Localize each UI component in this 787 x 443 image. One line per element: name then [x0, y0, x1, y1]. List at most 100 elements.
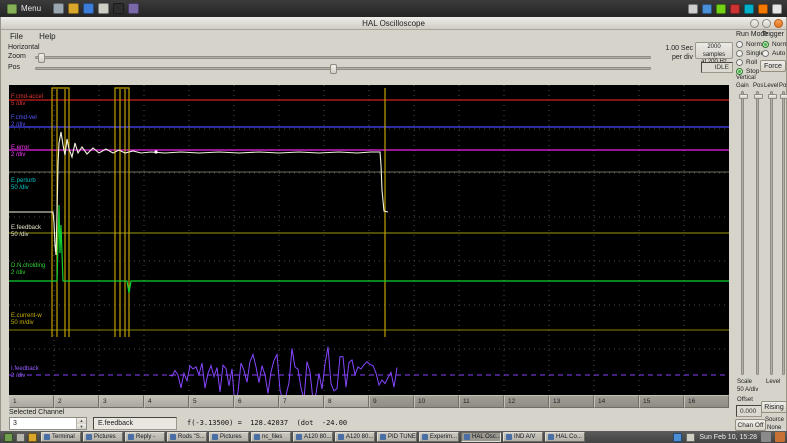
taskbar-item[interactable]: Terminal: [41, 432, 81, 442]
titlebar[interactable]: HAL Oscilloscope: [1, 17, 786, 30]
ruler-cell-14[interactable]: 14: [594, 395, 639, 408]
show-desktop-icon[interactable]: [16, 432, 25, 442]
taskbar-item[interactable]: HAL Osc...: [461, 432, 501, 442]
offset-value[interactable]: 0.000: [736, 405, 762, 417]
taskbar-item[interactable]: PID TUNE: [377, 432, 417, 442]
channel-scale: 2 /div: [11, 373, 26, 379]
menu-help[interactable]: Help: [32, 30, 62, 41]
radio-auto[interactable]: Auto: [762, 49, 787, 58]
computer-icon[interactable]: [53, 3, 65, 14]
ruler-cell-7[interactable]: 7: [279, 395, 324, 408]
radio-dot: [736, 68, 743, 75]
taskbar-item[interactable]: Experim...: [419, 432, 459, 442]
volume-icon[interactable]: [686, 432, 696, 442]
maximize-button[interactable]: [762, 19, 771, 28]
ruler-cell-8[interactable]: 8: [324, 395, 369, 408]
tray-icon-3[interactable]: [716, 3, 726, 14]
tray-icon-6[interactable]: [758, 3, 768, 14]
channel-number-spinner[interactable]: 3 ▲ ▼: [9, 417, 87, 430]
terminal-icon[interactable]: [113, 3, 125, 14]
ruler-cell-10[interactable]: 10: [414, 395, 459, 408]
taskbar-item[interactable]: A120 80...: [293, 432, 333, 442]
tray-icon-4[interactable]: [730, 3, 740, 14]
gain-slider[interactable]: [739, 91, 748, 375]
vertical-pos-slider-handle[interactable]: [754, 94, 763, 99]
radio-dot: [736, 59, 743, 66]
ruler-cell-5[interactable]: 5: [189, 395, 234, 408]
trigger-pos-slider-handle[interactable]: [780, 94, 787, 99]
mail-icon[interactable]: [98, 3, 110, 14]
desktop-menu-label: Menu: [21, 4, 42, 13]
level-slider-handle[interactable]: [768, 94, 777, 99]
rising-button[interactable]: Rising: [761, 401, 787, 413]
scope-area[interactable]: F.cmd-accel 5 /div F.cmd-vel 2 /div E.error 2…: [9, 85, 729, 395]
taskbar-item[interactable]: nc_files: [251, 432, 291, 442]
menu-file[interactable]: File: [3, 30, 30, 41]
taskbar: Terminal Pictures Reply - Rods "S... Picture…: [0, 431, 787, 443]
clock[interactable]: Sun Feb 10, 15:28: [699, 434, 757, 441]
ruler-cell-12[interactable]: 12: [504, 395, 549, 408]
zoom-slider-handle[interactable]: [38, 53, 45, 63]
browser-icon[interactable]: [83, 3, 95, 14]
radio-normal[interactable]: Normal: [762, 40, 787, 49]
channel-number-value: 3: [13, 420, 17, 427]
oscilloscope-window: HAL Oscilloscope File Help Horizontal Zo…: [0, 17, 787, 431]
gain-slider-handle[interactable]: [739, 94, 748, 99]
window-icon: [44, 434, 50, 440]
ruler-cell-6[interactable]: 6: [234, 395, 279, 408]
taskbar-item[interactable]: HAL Co...: [545, 432, 585, 442]
level-label: Level: [764, 83, 779, 89]
ruler-cell-4[interactable]: 4: [144, 395, 189, 408]
editor-icon[interactable]: [128, 3, 140, 14]
ruler-cell-15[interactable]: 15: [639, 395, 684, 408]
taskbar-item[interactable]: Pictures: [83, 432, 123, 442]
folder-icon[interactable]: [68, 3, 80, 14]
workspace-switcher-icon[interactable]: [761, 432, 771, 442]
taskbar-item-label: PID TUNE: [388, 434, 416, 440]
channel-name: E.feedback: [11, 225, 42, 231]
notification-icon[interactable]: [673, 432, 683, 442]
tray-icon-7[interactable]: [772, 3, 782, 14]
taskbar-item[interactable]: Pictures: [209, 432, 249, 442]
pos-slider-handle[interactable]: [330, 64, 337, 74]
taskbar-item-label: A120 80...: [346, 434, 374, 440]
ruler-cell-16[interactable]: 16: [684, 395, 729, 408]
tray-icon-5[interactable]: [744, 3, 754, 14]
ruler-cell-13[interactable]: 13: [549, 395, 594, 408]
channel-name-field[interactable]: E.feedback: [93, 417, 177, 430]
tray-icon-1[interactable]: [688, 3, 698, 14]
ruler-cell-1[interactable]: 1: [9, 395, 54, 408]
ruler-cell-2[interactable]: 2: [54, 395, 99, 408]
close-button[interactable]: [774, 19, 783, 28]
window-icon: [464, 434, 470, 440]
vertical-pos-slider[interactable]: [754, 91, 763, 375]
scale-value: 50 A/div: [737, 387, 759, 393]
window-icon: [128, 434, 134, 440]
taskbar-item[interactable]: Rods "S...: [167, 432, 207, 442]
taskbar-menu-icon[interactable]: [4, 432, 13, 442]
ruler-cell-11[interactable]: 11: [459, 395, 504, 408]
desktop-menu-button[interactable]: Menu: [0, 0, 48, 17]
selected-channel-label: Selected Channel: [9, 409, 65, 416]
channel-name: E.current-w: [11, 313, 42, 319]
level-slider[interactable]: [768, 91, 777, 375]
trash-corner-icon[interactable]: [775, 432, 785, 442]
ruler-cell-9[interactable]: 9: [369, 395, 414, 408]
taskbar-item[interactable]: Reply -: [125, 432, 165, 442]
channel-label-1: F.cmd-accel 5 /div: [11, 94, 43, 108]
channel-label-2: F.cmd-vel 2 /div: [11, 115, 37, 129]
channel-name: F.cmd-vel: [11, 115, 37, 121]
tray-icon-2[interactable]: [702, 3, 712, 14]
taskbar-item[interactable]: A120 80...: [335, 432, 375, 442]
taskbar-item[interactable]: IND A/V: [503, 432, 543, 442]
chan-off-button[interactable]: Chan Off: [735, 419, 766, 431]
ruler-cell-3[interactable]: 3: [99, 395, 144, 408]
taskbar-left-icons: [0, 432, 41, 442]
zoom-slider[interactable]: [35, 53, 651, 63]
force-button[interactable]: Force: [760, 60, 786, 72]
file-manager-icon[interactable]: [28, 432, 37, 442]
trigger-pos-slider[interactable]: [780, 91, 787, 375]
spinner-down-icon[interactable]: ▼: [77, 423, 86, 429]
pos-slider[interactable]: [35, 64, 651, 74]
minimize-button[interactable]: [750, 19, 759, 28]
